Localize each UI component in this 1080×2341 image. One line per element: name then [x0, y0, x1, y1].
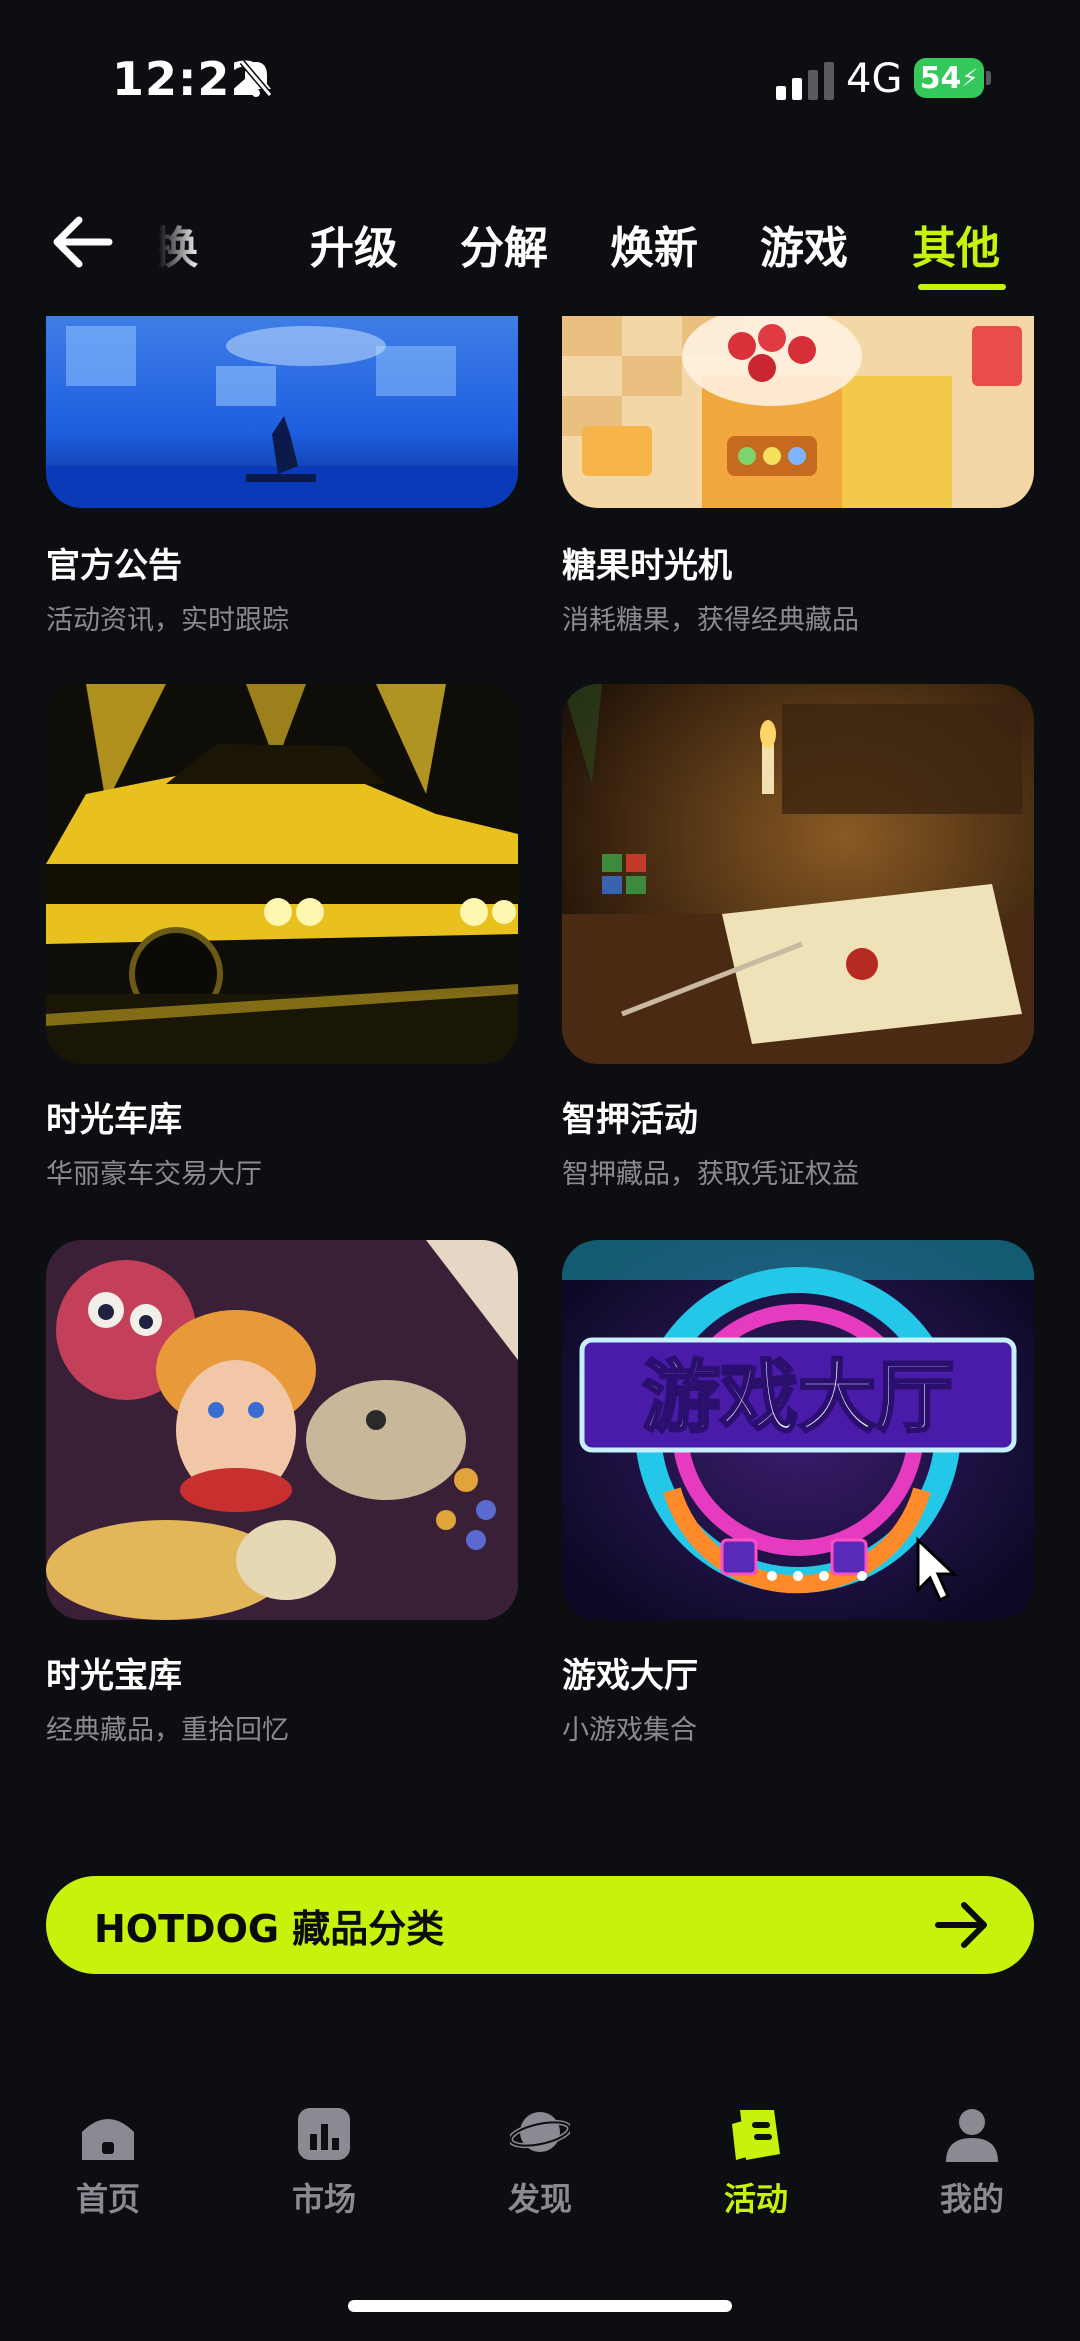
nav-profile[interactable]: 我的: [902, 2104, 1042, 2220]
card-image: [46, 684, 518, 1064]
card-subtitle: 小游戏集合: [562, 1715, 697, 1746]
nav-label: 发现: [507, 2180, 572, 2218]
arrow-left-icon: [53, 216, 113, 268]
card-subtitle: 消耗糖果，获得经典藏品: [562, 605, 859, 636]
hotdog-category-button[interactable]: HOTDOG 藏品分类: [46, 1876, 1034, 1974]
nav-home[interactable]: 首页: [38, 2104, 178, 2220]
nav-market[interactable]: 市场: [254, 2104, 394, 2220]
card-subtitle: 智押藏品，获取凭证权益: [562, 1159, 859, 1190]
card-subtitle: 活动资讯，实时跟踪: [46, 605, 289, 636]
card-image: [562, 684, 1034, 1064]
card-subtitle: 华丽豪车交易大厅: [46, 1159, 262, 1190]
cta-label: HOTDOG 藏品分类: [94, 1906, 445, 1951]
battery-icon: 54 ⚡: [914, 58, 984, 98]
card-subtitle: 经典藏品，重拾回忆: [46, 1715, 289, 1746]
nav-label: 活动: [723, 2180, 788, 2218]
bottom-nav: 首页 市场 发现 活动 我的: [0, 2080, 1080, 2230]
card-title: 游戏大厅: [562, 1656, 698, 1696]
active-tab-indicator: [918, 284, 1006, 290]
card-time-garage[interactable]: 时光车库 华丽豪车交易大厅: [46, 684, 518, 1190]
tab-decompose[interactable]: 分解: [460, 212, 548, 276]
game-hall-image-text: 游戏大厅: [642, 1353, 954, 1443]
planet-icon: [508, 2112, 572, 2152]
card-image: [46, 1240, 518, 1620]
card-title: 智押活动: [562, 1100, 698, 1140]
card-title: 时光宝库: [46, 1656, 182, 1696]
card-title: 糖果时光机: [562, 546, 732, 586]
card-title: 官方公告: [46, 546, 182, 586]
nav-label: 首页: [75, 2180, 140, 2218]
category-tab-bar: 转换 升级 分解 焕新 游戏 其他: [0, 190, 1080, 300]
profile-icon: [946, 2109, 998, 2162]
tab-game[interactable]: 游戏: [760, 212, 848, 276]
card-candy-time-machine[interactable]: 糖果时光机 消耗糖果，获得经典藏品: [562, 316, 1034, 636]
activity-icon: [732, 2110, 780, 2160]
tab-upgrade[interactable]: 升级: [310, 212, 398, 276]
nav-activity[interactable]: 活动: [686, 2104, 826, 2220]
arrow-right-icon: [935, 1902, 987, 1948]
market-icon: [298, 2108, 350, 2160]
card-game-hall[interactable]: 游戏大厅 游戏大厅 小游戏集合: [562, 1240, 1034, 1746]
tab-other[interactable]: 其他: [912, 212, 1000, 276]
card-pledge-activity[interactable]: 智押活动 智押藏品，获取凭证权益: [562, 684, 1034, 1190]
home-indicator: [348, 2300, 732, 2312]
nav-label: 我的: [939, 2180, 1004, 2218]
network-type: 4G: [846, 56, 903, 102]
tab-renew[interactable]: 焕新: [610, 212, 698, 276]
card-image: [46, 316, 518, 508]
back-button[interactable]: [36, 202, 126, 282]
battery-level: 54: [919, 60, 962, 96]
card-time-treasury[interactable]: 时光宝库 经典藏品，重拾回忆: [46, 1240, 518, 1746]
signal-icon: [776, 62, 834, 100]
tab-fade: [130, 190, 200, 300]
nav-discover[interactable]: 发现: [470, 2104, 610, 2220]
card-image: 游戏大厅: [562, 1240, 1034, 1620]
mute-bell-icon: [239, 60, 273, 97]
battery-tip: [986, 71, 991, 85]
home-icon: [82, 2119, 134, 2160]
card-image: [562, 316, 1034, 508]
status-bar: 12:22 4G 54 ⚡: [0, 0, 1080, 160]
card-official-notice[interactable]: 官方公告 活动资讯，实时跟踪: [46, 316, 518, 636]
card-title: 时光车库: [46, 1100, 182, 1140]
nav-label: 市场: [291, 2180, 356, 2218]
